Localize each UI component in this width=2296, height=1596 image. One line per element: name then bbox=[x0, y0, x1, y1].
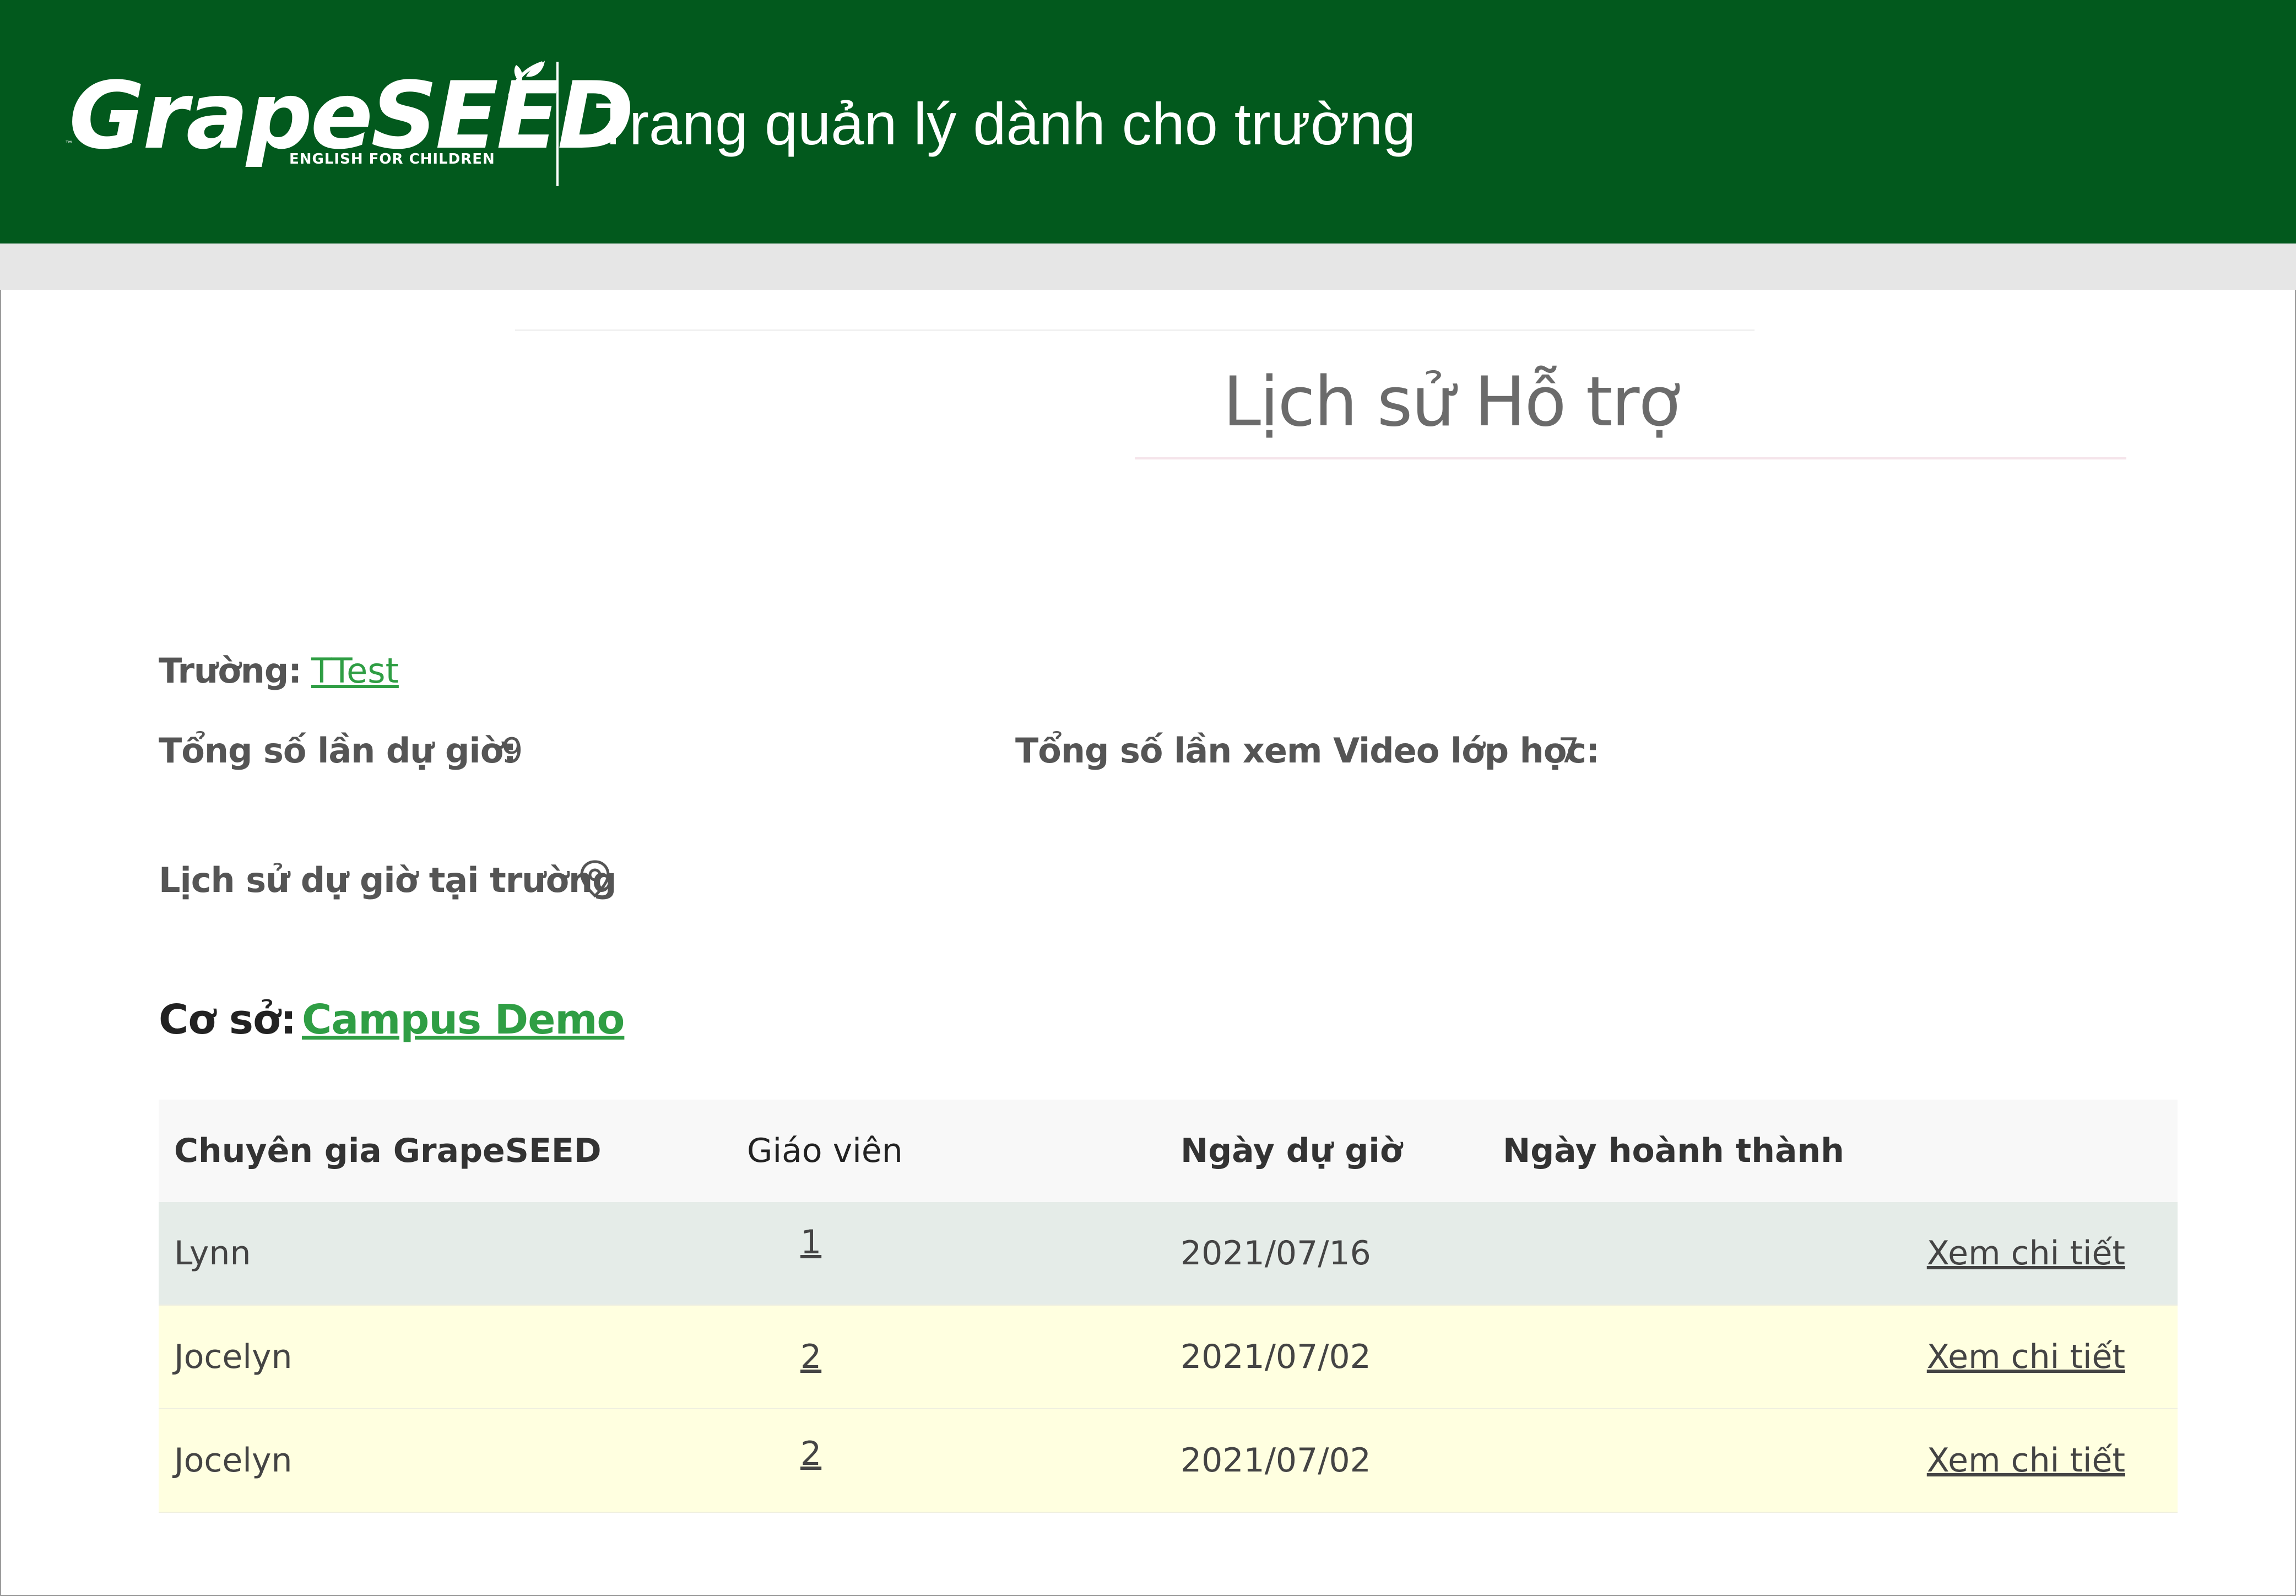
teacher-count-link[interactable]: 2 bbox=[800, 1403, 821, 1505]
table-row: Lynn 1 2021/07/16 Xem chi tiết bbox=[159, 1202, 2178, 1306]
header-completed-date: Ngày hoành thành bbox=[1503, 1132, 1844, 1170]
view-details-link[interactable]: Xem chi tiết bbox=[1927, 1306, 2125, 1408]
table-row: Jocelyn 2 2021/07/02 Xem chi tiết bbox=[159, 1409, 2178, 1513]
map-pin-icon[interactable] bbox=[578, 859, 611, 899]
visit-date: 2021/07/02 bbox=[1181, 1441, 1371, 1480]
grapeseed-logo[interactable]: GrapeSEED ™ ENGLISH FOR CHILDREN bbox=[64, 61, 634, 171]
video-total-label: Tổng số lần xem Video lớp học: bbox=[1015, 731, 1600, 771]
table-row: Jocelyn 2 2021/07/02 Xem chi tiết bbox=[159, 1306, 2178, 1409]
expert-name: Lynn bbox=[174, 1234, 251, 1273]
visit-date: 2021/07/16 bbox=[1181, 1234, 1371, 1273]
trademark-symbol: ™ bbox=[64, 139, 73, 149]
logo-tagline: ENGLISH FOR CHILDREN bbox=[289, 151, 495, 167]
expert-name: Jocelyn bbox=[174, 1338, 293, 1376]
visit-history-table: Chuyên gia GrapeSEED Giáo viên Ngày dự g… bbox=[159, 1100, 2178, 1513]
visits-total-value: 9 bbox=[501, 731, 523, 771]
header-divider bbox=[556, 62, 559, 186]
header-teacher: Giáo viên bbox=[747, 1132, 903, 1170]
campus-link[interactable]: Campus Demo bbox=[302, 993, 625, 1046]
table-header-row: Chuyên gia GrapeSEED Giáo viên Ngày dự g… bbox=[159, 1100, 2178, 1202]
header-title: Trang quản lý dành cho trường bbox=[595, 90, 1416, 157]
visit-date: 2021/07/02 bbox=[1181, 1338, 1371, 1376]
teacher-count-link[interactable]: 2 bbox=[800, 1306, 821, 1408]
title-underline bbox=[1135, 457, 2126, 459]
expert-name: Jocelyn bbox=[174, 1441, 293, 1480]
app-header: GrapeSEED ™ ENGLISH FOR CHILDREN Trang q… bbox=[0, 0, 2296, 244]
visits-total-label: Tổng số lần dự giờ: bbox=[159, 731, 517, 771]
leaf-icon bbox=[508, 61, 545, 96]
view-details-link[interactable]: Xem chi tiết bbox=[1927, 1409, 2125, 1512]
teacher-count-link[interactable]: 1 bbox=[800, 1191, 821, 1294]
top-divider bbox=[515, 329, 1755, 331]
header-visit-date: Ngày dự giờ bbox=[1181, 1132, 1403, 1170]
view-details-link[interactable]: Xem chi tiết bbox=[1927, 1202, 2125, 1305]
header-expert: Chuyên gia GrapeSEED bbox=[174, 1132, 602, 1170]
school-link[interactable]: TTest bbox=[311, 649, 399, 693]
video-total-value: 7 bbox=[1558, 731, 1580, 771]
campus-label: Cơ sở: bbox=[159, 996, 296, 1043]
header-subbar bbox=[0, 244, 2296, 290]
school-label: Trường: bbox=[159, 651, 302, 691]
page-title: Lịch sử Hỗ trợ bbox=[1223, 363, 1680, 442]
visit-history-label: Lịch sử dự giờ tại trường bbox=[159, 860, 617, 900]
